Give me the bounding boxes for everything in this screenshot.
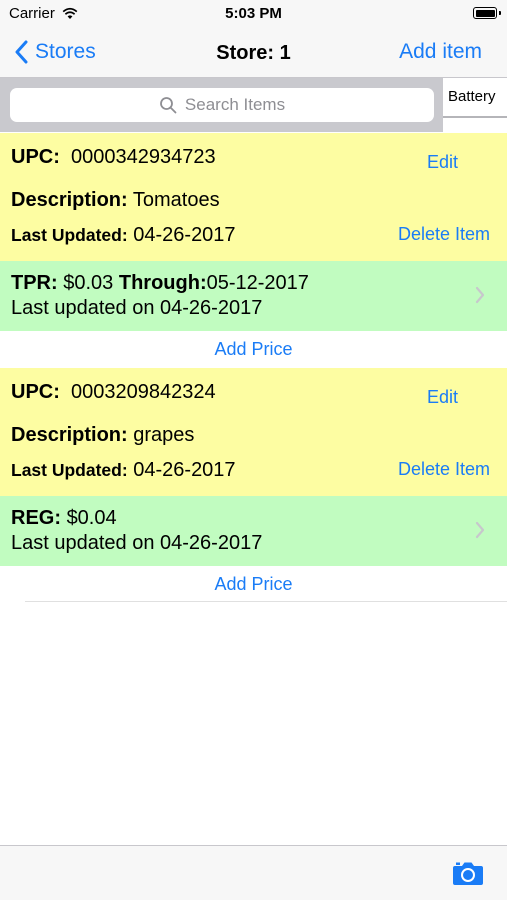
price-type-label: REG: bbox=[11, 507, 61, 529]
description-value: Tomatoes bbox=[132, 189, 220, 211]
battery-icon bbox=[473, 7, 501, 19]
upc-value: 0003209842324 bbox=[71, 381, 216, 403]
price-through-label: Through: bbox=[118, 272, 207, 294]
edit-button[interactable]: Edit bbox=[427, 387, 458, 408]
description-label: Description: bbox=[11, 424, 128, 446]
price-summary: TPR: $0.03 Through:05-12-2017 bbox=[11, 272, 309, 295]
status-bar: Carrier 5:03 PM bbox=[0, 0, 507, 28]
status-time: 5:03 PM bbox=[225, 5, 282, 22]
item-card: UPC: 0003209842324 Edit Description: gra… bbox=[0, 368, 507, 496]
description-label: Description: bbox=[11, 189, 128, 211]
chevron-right-icon bbox=[475, 521, 485, 539]
add-price-button[interactable]: Add Price bbox=[0, 574, 507, 595]
last-updated-label: Last Updated: bbox=[11, 225, 128, 245]
last-updated-value: 04-26-2017 bbox=[133, 224, 236, 246]
description-row: Description: grapes bbox=[11, 424, 194, 447]
upc-value: 0000342934723 bbox=[71, 146, 216, 168]
price-value: $0.03 bbox=[63, 272, 114, 294]
price-summary: REG: $0.04 bbox=[11, 507, 117, 530]
price-row[interactable]: TPR: $0.03 Through:05-12-2017 Last updat… bbox=[0, 261, 507, 331]
last-updated-row: Last Updated: 04-26-2017 bbox=[11, 459, 236, 482]
add-price-button[interactable]: Add Price bbox=[0, 339, 507, 360]
add-item-button[interactable]: Add item bbox=[399, 40, 482, 64]
item-card: UPC: 0000342934723 Edit Description: Tom… bbox=[0, 133, 507, 261]
upc-label: UPC: bbox=[11, 381, 60, 403]
search-bar: Search Items bbox=[0, 78, 443, 132]
scope-tab-battery[interactable]: Battery bbox=[443, 80, 507, 118]
last-updated-label: Last Updated: bbox=[11, 460, 128, 480]
upc-row: UPC: 0000342934723 bbox=[11, 146, 216, 169]
delete-item-button[interactable]: Delete Item bbox=[398, 224, 490, 245]
bottom-toolbar bbox=[0, 845, 507, 900]
description-row: Description: Tomatoes bbox=[11, 189, 220, 212]
price-updated: Last updated on 04-26-2017 bbox=[11, 532, 263, 554]
search-input[interactable]: Search Items bbox=[10, 88, 434, 122]
delete-item-button[interactable]: Delete Item bbox=[398, 459, 490, 480]
camera-icon[interactable] bbox=[452, 860, 484, 886]
price-value: $0.04 bbox=[66, 507, 117, 529]
search-placeholder: Search Items bbox=[184, 95, 286, 114]
description-value: grapes bbox=[133, 424, 195, 446]
price-through-date: 05-12-2017 bbox=[206, 272, 309, 294]
last-updated-row: Last Updated: 04-26-2017 bbox=[11, 224, 236, 247]
last-updated-value: 04-26-2017 bbox=[133, 459, 236, 481]
price-row[interactable]: REG: $0.04 Last updated on 04-26-2017 bbox=[0, 496, 507, 566]
upc-row: UPC: 0003209842324 bbox=[11, 381, 216, 404]
chevron-right-icon bbox=[475, 286, 485, 304]
price-type-label: TPR: bbox=[11, 272, 58, 294]
search-icon bbox=[160, 97, 177, 114]
upc-label: UPC: bbox=[11, 146, 60, 168]
list-separator bbox=[25, 601, 507, 602]
edit-button[interactable]: Edit bbox=[427, 152, 458, 173]
navigation-bar: Stores Store: 1 Add item bbox=[0, 28, 507, 78]
price-updated: Last updated on 04-26-2017 bbox=[11, 297, 263, 319]
